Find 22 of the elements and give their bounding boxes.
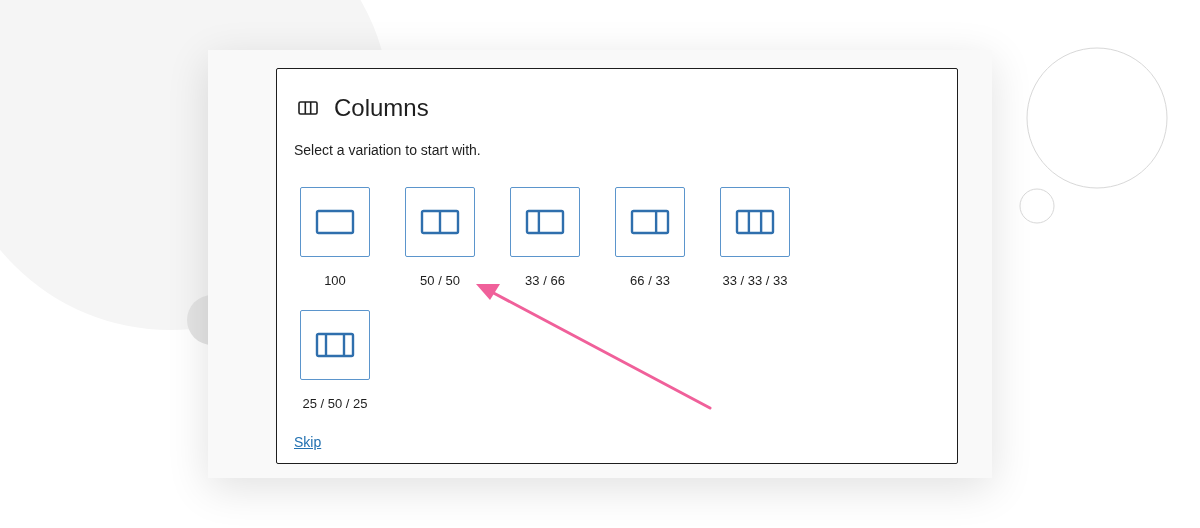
instructions-text: Select a variation to start with.: [294, 141, 482, 160]
variation-label: 33 / 33 / 33: [722, 272, 788, 290]
variation-button[interactable]: [405, 187, 475, 257]
variation-button[interactable]: [510, 187, 580, 257]
variation-label: 50 / 50: [420, 272, 460, 290]
columns-icon: [298, 101, 318, 115]
layout-icon: [420, 209, 460, 235]
variation-button[interactable]: [300, 309, 370, 380]
layout-icon: [630, 209, 670, 235]
skip-link[interactable]: Skip: [294, 432, 322, 453]
variation-label: 33 / 66: [525, 272, 565, 290]
block-title: Columns: [334, 93, 429, 123]
variation-button[interactable]: [720, 187, 790, 257]
layout-icon: [315, 209, 355, 235]
variation-label: 66 / 33: [630, 272, 670, 290]
variation-button[interactable]: [615, 187, 685, 257]
layout-icon: [315, 331, 355, 358]
variation-button[interactable]: [300, 187, 370, 257]
variation-label: 100: [324, 272, 346, 290]
variation-label: 25 / 50 / 25: [302, 394, 368, 413]
layout-icon: [735, 209, 775, 235]
layout-icon: [525, 209, 565, 235]
